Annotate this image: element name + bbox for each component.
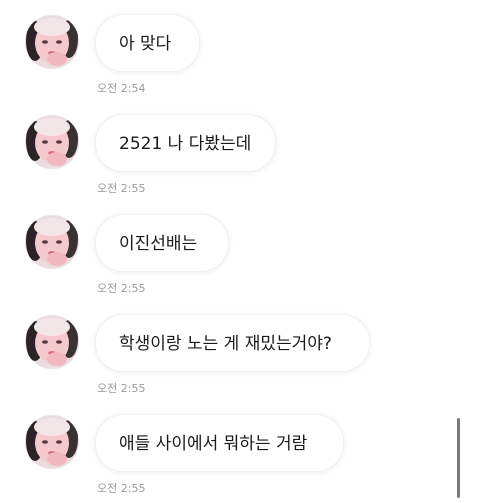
chat-thread: 아 맞다 오전 2:54 2521 나 다봤는데 오전 2:55 이진선배는 오… (0, 0, 480, 503)
profile-photo-icon[interactable] (25, 415, 79, 469)
message-bubble[interactable]: 이진선배는 (95, 214, 229, 272)
message-timestamp: 오전 2:55 (97, 482, 146, 495)
profile-photo-icon[interactable] (25, 315, 79, 369)
message-bubble[interactable]: 아 맞다 (95, 14, 200, 72)
profile-photo-icon[interactable] (25, 115, 79, 169)
message-row: 2521 나 다봤는데 오전 2:55 (0, 100, 480, 195)
message-bubble[interactable]: 애들 사이에서 뭐하는 거람 (95, 414, 344, 472)
profile-photo-icon[interactable] (25, 15, 79, 69)
message-timestamp: 오전 2:54 (97, 82, 146, 95)
message-row: 이진선배는 오전 2:55 (0, 200, 480, 295)
message-bubble[interactable]: 학생이랑 노는 게 재밌는거야? (95, 314, 370, 372)
message-bubble[interactable]: 2521 나 다봤는데 (95, 114, 276, 172)
message-timestamp: 오전 2:55 (97, 382, 146, 395)
message-timestamp: 오전 2:55 (97, 282, 146, 295)
profile-photo-icon[interactable] (25, 215, 79, 269)
message-timestamp: 오전 2:55 (97, 182, 146, 195)
message-row: 학생이랑 노는 게 재밌는거야? 오전 2:55 (0, 300, 480, 395)
message-row: 아 맞다 오전 2:54 (0, 0, 480, 95)
message-row: 애들 사이에서 뭐하는 거람 오전 2:55 (0, 400, 480, 495)
scrollbar[interactable] (457, 418, 460, 498)
